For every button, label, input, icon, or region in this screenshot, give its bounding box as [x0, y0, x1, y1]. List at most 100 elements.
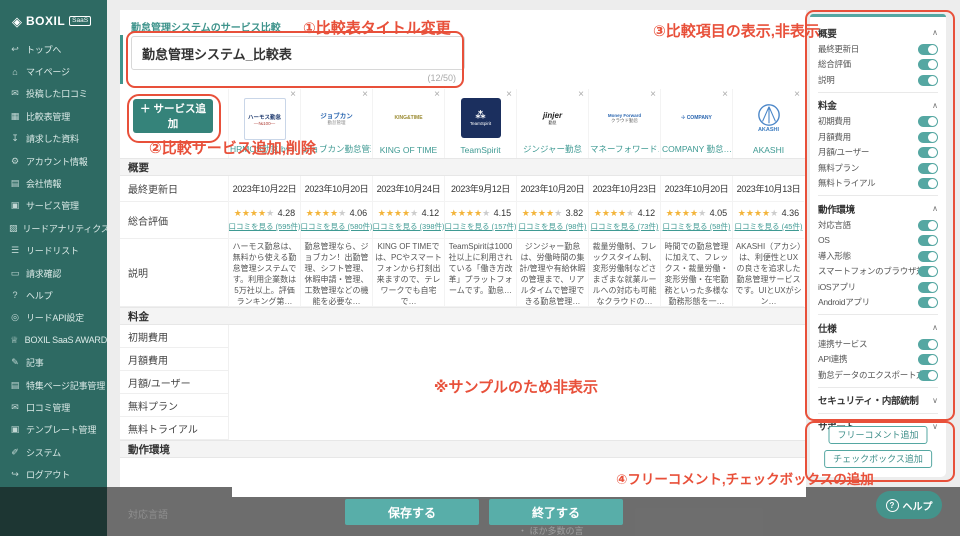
- visibility-toggle[interactable]: [918, 251, 938, 262]
- divider: [818, 195, 938, 196]
- sidebar-item[interactable]: ↪ ログアウト: [0, 463, 107, 485]
- visibility-toggle[interactable]: [918, 44, 938, 55]
- sidebar-item[interactable]: ▤ 会社情報: [0, 172, 107, 194]
- sidebar-item[interactable]: ☰ リードリスト: [0, 240, 107, 262]
- sidebar-item[interactable]: ✉ 口コミ管理: [0, 396, 107, 418]
- reviews-link[interactable]: 口コミを見る (580件): [300, 221, 372, 232]
- panel-section-environment[interactable]: 動作環境 ∧: [818, 200, 938, 217]
- reviews-link[interactable]: 口コミを見る (595件): [228, 221, 300, 232]
- visibility-toggle[interactable]: [918, 297, 938, 308]
- sidebar-item[interactable]: ✎ 記事: [0, 351, 107, 373]
- description-cell: 時間での勤怠管理に加えて、フレックス・裁量労働・変形労働・在宅勤務といった多様な…: [660, 239, 732, 307]
- moneyforward-logo: Money Forward クラウド勤怠: [605, 98, 645, 138]
- sidebar-item-label: 口コミ管理: [26, 401, 70, 414]
- sidebar-item[interactable]: ▣ テンプレート管理: [0, 419, 107, 441]
- divider: [818, 413, 938, 414]
- row-label: 説明: [120, 239, 228, 307]
- sidebar-item[interactable]: ↩ トップへ: [0, 38, 107, 60]
- sidebar-item[interactable]: ◎ リードAPI設定: [0, 307, 107, 329]
- reviews-link[interactable]: 口コミを見る (157件): [444, 221, 516, 232]
- sidebar-item-label: リードアナリティクス: [23, 222, 110, 235]
- sidebar-item[interactable]: ▤ 特集ページ記事管理: [0, 374, 107, 396]
- panel-section-security[interactable]: セキュリティ・内部統制 ∨: [818, 392, 938, 409]
- company-logo: ✢ COMPANY: [677, 98, 717, 138]
- sidebar-item[interactable]: ✉ 投稿した口コミ: [0, 83, 107, 105]
- divider: [818, 314, 938, 315]
- remove-service-icon[interactable]: ×: [362, 90, 368, 100]
- sidebar-item[interactable]: ✐ システム: [0, 441, 107, 463]
- visibility-toggle[interactable]: [918, 282, 938, 293]
- add-free-comment-button[interactable]: フリーコメント追加: [828, 426, 927, 444]
- panel-item: Androidアプリ: [818, 295, 938, 311]
- rating-cell: ★★★★★ 4.28 口コミを見る (595件): [228, 202, 300, 239]
- sidebar-item-label: 比較表管理: [26, 110, 70, 123]
- sidebar-item[interactable]: ⌂ マイページ: [0, 60, 107, 82]
- remove-service-icon[interactable]: ×: [434, 90, 440, 100]
- visibility-toggle[interactable]: [918, 147, 938, 158]
- visibility-toggle[interactable]: [918, 354, 938, 365]
- remove-service-icon[interactable]: ×: [722, 90, 728, 100]
- visibility-toggle[interactable]: [918, 178, 938, 189]
- service-name[interactable]: ジンジャー勤怠: [518, 143, 587, 155]
- sidebar-item-label: システム: [26, 446, 61, 459]
- remove-service-icon[interactable]: ×: [290, 90, 296, 100]
- help-button[interactable]: ? ヘルプ: [876, 491, 942, 519]
- visibility-toggle[interactable]: [918, 266, 938, 277]
- sidebar-item-icon: ♕: [9, 335, 20, 346]
- visibility-toggle[interactable]: [918, 235, 938, 246]
- sidebar-item[interactable]: ↧ 請求した資料: [0, 128, 107, 150]
- section-overview: 概要: [120, 158, 806, 176]
- visibility-toggle[interactable]: [918, 75, 938, 86]
- sidebar-item-label: BOXIL SaaS AWARD: [25, 335, 107, 345]
- remove-service-icon[interactable]: ×: [578, 90, 584, 100]
- remove-service-icon[interactable]: ×: [794, 90, 800, 100]
- description-cell: TeamSpiritは1000社以上に利用されている「働き方改革」プラットフォー…: [444, 239, 516, 307]
- panel-section-overview[interactable]: 概要 ∧: [818, 24, 938, 41]
- sidebar-item[interactable]: ▣ サービス管理: [0, 195, 107, 217]
- boxil-logo[interactable]: ◈ BOXIL SaaS: [0, 0, 107, 34]
- reviews-link[interactable]: 口コミを見る (58件): [663, 221, 731, 232]
- visibility-toggle[interactable]: [918, 163, 938, 174]
- panel-section-spec[interactable]: 仕様 ∧: [818, 319, 938, 336]
- service-name[interactable]: TeamSpirit: [446, 145, 515, 155]
- finish-button[interactable]: 終了する: [489, 499, 623, 525]
- visibility-toggle[interactable]: [918, 116, 938, 127]
- remove-service-icon[interactable]: ×: [650, 90, 656, 100]
- rating-value: 4.28: [278, 208, 296, 218]
- reviews-link[interactable]: 口コミを見る (73件): [591, 221, 659, 232]
- panel-item: 初期費用: [818, 114, 938, 130]
- save-button[interactable]: 保存する: [345, 499, 479, 525]
- visibility-toggle[interactable]: [918, 220, 938, 231]
- add-checkbox-button[interactable]: チェックボックス追加: [824, 450, 932, 468]
- sidebar-item[interactable]: ▦ 比較表管理: [0, 105, 107, 127]
- service-name[interactable]: COMPANY 勤怠…: [662, 143, 731, 155]
- reviews-link[interactable]: 口コミを見る (98件): [519, 221, 587, 232]
- sidebar-item[interactable]: ▭ 請求確認: [0, 262, 107, 284]
- sidebar-item[interactable]: ▧ リードアナリティクス: [0, 217, 107, 239]
- reviews-link[interactable]: 口コミを見る (398件): [372, 221, 444, 232]
- service-name[interactable]: マネーフォワード…: [590, 143, 659, 155]
- reviews-link[interactable]: 口コミを見る (45件): [735, 221, 803, 232]
- comparison-title-input[interactable]: [131, 36, 465, 70]
- service-name[interactable]: KING OF TIME: [374, 145, 443, 155]
- panel-section-pricing[interactable]: 料金 ∧: [818, 97, 938, 114]
- accent-bar: [120, 35, 123, 84]
- remove-service-icon[interactable]: ×: [506, 90, 512, 100]
- sidebar-item-icon: ⌂: [9, 67, 21, 77]
- service-name[interactable]: AKASHI: [734, 145, 803, 155]
- rating-value: 4.06: [350, 208, 368, 218]
- sidebar-item[interactable]: ♕ BOXIL SaaS AWARD: [0, 329, 107, 351]
- add-service-button[interactable]: ＋ サービス追加: [133, 99, 213, 133]
- display-settings-panel: 概要 ∧ 最終更新日 総合評価 説明 料金 ∧ 初期費用: [810, 14, 946, 477]
- updated-cell: 2023年9月12日: [444, 176, 516, 202]
- visibility-toggle[interactable]: [918, 132, 938, 143]
- visibility-toggle[interactable]: [918, 59, 938, 70]
- sidebar-item-label: 請求確認: [26, 267, 61, 280]
- char-counter: (12/50): [368, 73, 456, 83]
- sidebar-item[interactable]: ? ヘルプ: [0, 284, 107, 306]
- service-column: × KING&TIME KING OF TIME: [372, 89, 444, 158]
- visibility-toggle[interactable]: [918, 339, 938, 350]
- visibility-toggle[interactable]: [918, 370, 938, 381]
- sidebar-item[interactable]: ⚙ アカウント情報: [0, 150, 107, 172]
- empty-cells: [228, 348, 806, 371]
